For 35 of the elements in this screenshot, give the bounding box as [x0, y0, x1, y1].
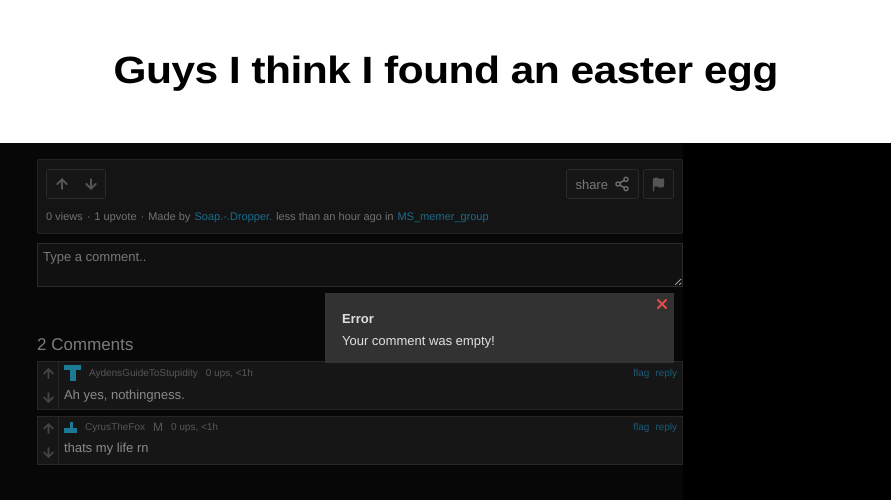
meme-caption: Guys I think I found an easter egg — [113, 50, 778, 93]
close-icon[interactable] — [654, 296, 670, 312]
upvote-button[interactable] — [40, 366, 56, 382]
comment-text: Ah yes, nothingness. — [64, 387, 186, 402]
group-link[interactable]: MS_memer_group — [398, 211, 489, 223]
comments-heading: 2 Comments — [37, 335, 134, 355]
view-count: 0 views — [46, 211, 83, 223]
member-label: M — [153, 420, 164, 434]
comment-action-link[interactable]: reply — [655, 368, 677, 378]
author-link[interactable]: Soap.-.Dropper. — [194, 211, 272, 223]
separator: · — [86, 211, 90, 223]
separator: · — [140, 211, 144, 223]
share-icon — [614, 176, 630, 192]
comment-text: thats my life rn — [64, 440, 150, 455]
username-link[interactable]: CyrusTheFox — [85, 422, 146, 432]
upvote-count: 1 upvote — [94, 211, 137, 223]
comment-stats: 0 ups, <1h — [171, 422, 218, 432]
avatar-icon — [64, 365, 81, 381]
post-time: less than an hour ago in — [276, 211, 394, 223]
made-by-label: Made by — [148, 211, 190, 223]
comment-action-link[interactable]: flag — [633, 422, 650, 432]
flag-button[interactable] — [643, 169, 674, 199]
downvote-button[interactable] — [40, 390, 56, 405]
dialog-message: Your comment was empty! — [342, 333, 496, 348]
comment-stats: 0 ups, <1h — [206, 368, 253, 378]
dialog-title: Error — [342, 311, 375, 326]
upvote-button[interactable] — [40, 421, 56, 436]
comment-action-link[interactable]: reply — [655, 422, 677, 432]
flag-icon — [651, 176, 666, 192]
username-link[interactable]: AydensGuideToStupidity — [89, 368, 198, 378]
comment-action-link[interactable]: flag — [633, 368, 650, 378]
share-button[interactable]: share — [566, 169, 639, 199]
comment-field[interactable]: Type a comment.. — [37, 243, 683, 287]
downvote-button[interactable] — [40, 444, 56, 460]
avatar-icon — [64, 422, 77, 432]
